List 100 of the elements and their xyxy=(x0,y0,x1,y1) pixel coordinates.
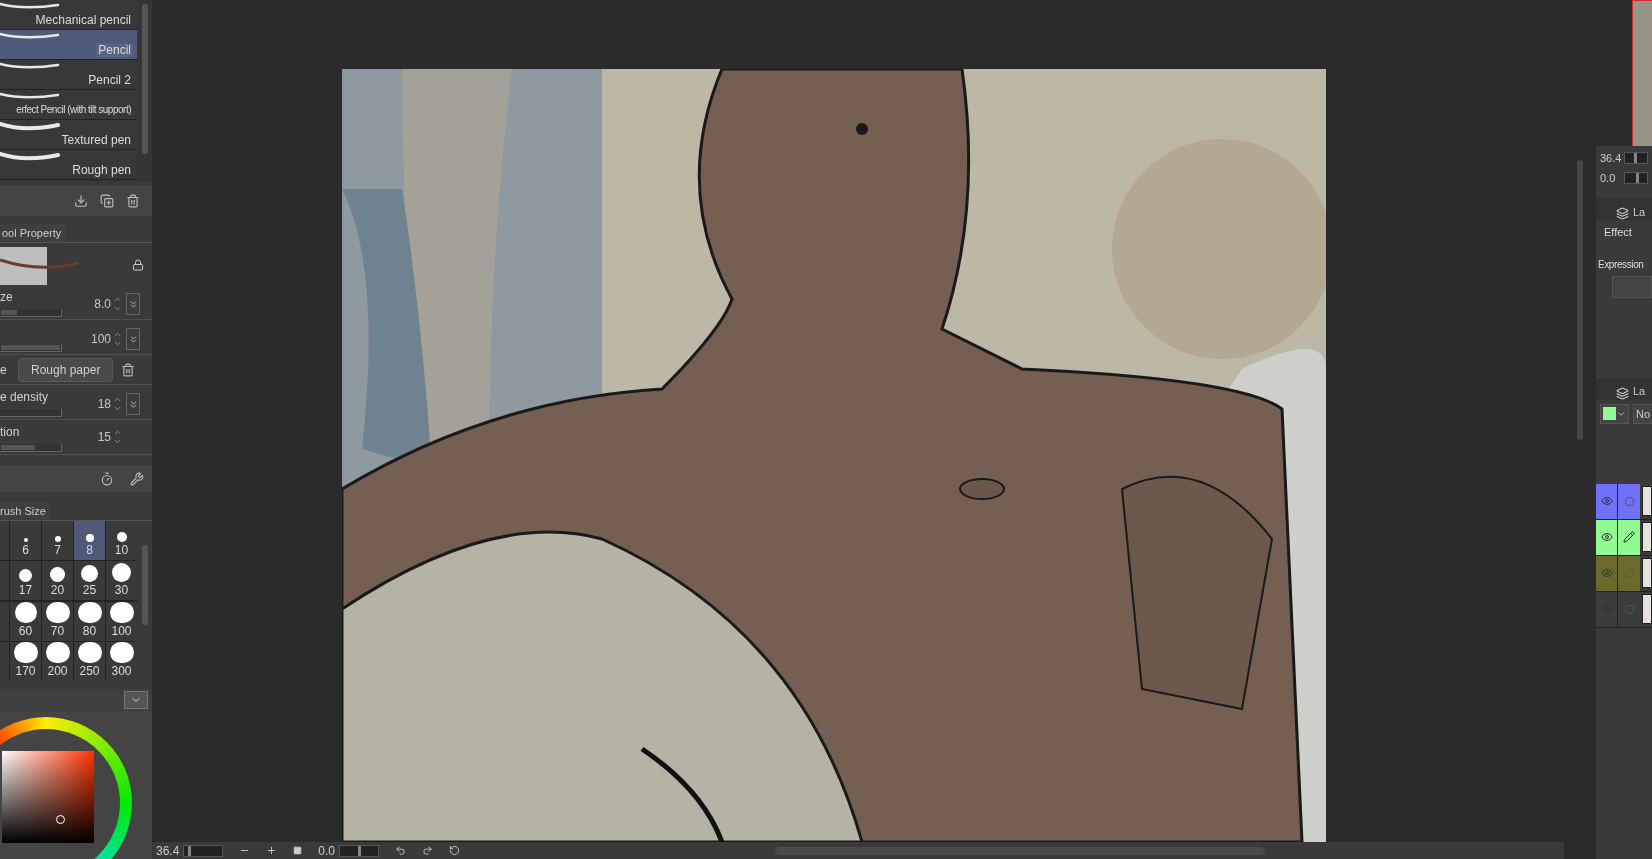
brush-item[interactable]: Pencil xyxy=(0,30,137,60)
visibility-toggle[interactable] xyxy=(1596,555,1618,591)
rotation-slider[interactable] xyxy=(1624,172,1648,184)
zoom-text[interactable]: 36.4 xyxy=(1600,149,1622,167)
panel-tab[interactable]: La xyxy=(1633,203,1646,220)
rotation-slider[interactable] xyxy=(339,844,380,857)
slider-thumb[interactable] xyxy=(1635,173,1639,183)
panel-tab[interactable]: La xyxy=(1633,383,1646,400)
color-mode-button[interactable] xyxy=(1612,275,1652,298)
download-icon[interactable] xyxy=(74,194,88,208)
layer-lock-cell[interactable] xyxy=(1618,555,1640,591)
brush-item[interactable]: Textured pen xyxy=(0,120,137,150)
size-preset[interactable]: 30 xyxy=(106,561,137,601)
zoom-in-icon[interactable] xyxy=(266,845,278,856)
rotate-left-icon[interactable] xyxy=(395,845,407,856)
size-preset[interactable]: 17 xyxy=(10,561,41,601)
slider-track[interactable] xyxy=(0,309,62,317)
size-preset[interactable]: 250 xyxy=(74,641,105,681)
scrollbar[interactable] xyxy=(141,545,148,625)
blend-mode-dropdown[interactable]: No xyxy=(1633,403,1652,424)
swatch xyxy=(1603,407,1616,420)
duplicate-icon[interactable] xyxy=(100,194,114,208)
property-label: e xyxy=(0,361,8,379)
layer-row[interactable] xyxy=(1596,591,1652,628)
scrollbar[interactable] xyxy=(141,4,148,154)
property-label: tion xyxy=(0,424,21,440)
rotation-text[interactable]: 0.0 xyxy=(318,843,336,858)
brush-label: Textured pen xyxy=(60,133,132,147)
size-preset[interactable]: 25 xyxy=(74,561,105,601)
size-preset[interactable]: 7 xyxy=(42,521,73,560)
layers-icon[interactable] xyxy=(1616,386,1629,400)
section-label: Expression xyxy=(1597,257,1645,272)
layer-lock-cell[interactable] xyxy=(1618,519,1640,555)
visibility-toggle[interactable] xyxy=(1596,483,1618,519)
eye-icon xyxy=(1600,531,1613,543)
eye-icon xyxy=(1600,495,1613,507)
size-preset[interactable]: 20 xyxy=(42,561,73,601)
size-preset[interactable]: 6 xyxy=(10,521,41,560)
brush-label: erfect Pencil (with tilt support) xyxy=(15,103,132,117)
size-text: 30 xyxy=(114,582,129,599)
trash-icon[interactable] xyxy=(126,194,140,208)
zoom-text[interactable]: 36.4 xyxy=(156,843,180,858)
brush-item[interactable]: Pencil 2 xyxy=(0,60,137,90)
size-preset[interactable]: 100 xyxy=(106,601,137,641)
layer-row[interactable] xyxy=(1596,483,1652,520)
trash-icon[interactable] xyxy=(121,362,136,377)
wrench-icon[interactable] xyxy=(130,472,144,486)
slider-track[interactable] xyxy=(0,444,62,452)
brush-item[interactable]: Rough pen xyxy=(0,150,137,180)
timer-icon[interactable] xyxy=(100,472,114,486)
slider-thumb[interactable] xyxy=(358,845,362,856)
stepper-icon[interactable] xyxy=(113,428,122,446)
section-label: Effect xyxy=(1603,225,1633,240)
stepper-icon[interactable] xyxy=(113,295,122,313)
layer-row[interactable] xyxy=(1596,555,1652,592)
reset-rotation-icon[interactable] xyxy=(449,845,461,856)
value-text: 18 xyxy=(97,396,111,413)
size-text: 17 xyxy=(18,582,33,599)
rotation-text[interactable]: 0.0 xyxy=(1600,169,1622,187)
size-preset[interactable]: 10 xyxy=(106,521,137,560)
size-preset[interactable]: 200 xyxy=(42,641,73,681)
size-preset[interactable]: 300 xyxy=(106,641,137,681)
slider-thumb[interactable] xyxy=(187,845,191,856)
zoom-slider[interactable] xyxy=(183,844,224,857)
stepper-icon[interactable] xyxy=(113,395,122,413)
texture-button[interactable]: Rough paper xyxy=(18,357,114,382)
layer-row[interactable] xyxy=(1596,519,1652,556)
rotate-right-icon[interactable] xyxy=(422,845,434,856)
layer-color-dropdown[interactable] xyxy=(1600,403,1629,424)
slider-thumb[interactable] xyxy=(1634,153,1638,163)
value-text: 15 xyxy=(97,429,111,446)
size-text: 70 xyxy=(50,622,65,639)
brush-label: Pencil 2 xyxy=(87,73,132,87)
layer-thumbnail xyxy=(1642,486,1652,516)
pencil-icon xyxy=(1623,531,1635,543)
stepper-icon[interactable] xyxy=(113,330,122,348)
layer-lock-cell[interactable] xyxy=(1618,483,1640,519)
brush-item[interactable]: erfect Pencil (with tilt support) xyxy=(0,90,137,120)
size-text: 25 xyxy=(82,582,97,599)
size-text: 10 xyxy=(114,542,129,558)
size-preset[interactable]: 70 xyxy=(42,601,73,641)
brush-item[interactable]: Mechanical pencil xyxy=(0,0,137,30)
panel-tab[interactable]: rush Size xyxy=(0,502,50,520)
lock-icon[interactable] xyxy=(132,259,144,271)
fit-icon[interactable] xyxy=(293,846,303,855)
property-label: e density xyxy=(0,389,50,405)
visibility-toggle[interactable] xyxy=(1596,519,1618,555)
zoom-slider[interactable] xyxy=(1624,152,1648,164)
brush-label: Rough pen xyxy=(71,163,132,177)
scrollbar[interactable] xyxy=(1577,160,1583,440)
panel-tab[interactable]: ool Property xyxy=(0,224,66,242)
size-text: 200 xyxy=(47,662,68,679)
size-preset[interactable]: 80 xyxy=(74,601,105,641)
size-preset[interactable]: 8 xyxy=(74,521,105,560)
layer-property-icon[interactable] xyxy=(1616,207,1629,220)
size-preset[interactable]: 60 xyxy=(10,601,41,641)
value-text: 100 xyxy=(90,331,111,348)
slider-track[interactable] xyxy=(0,409,62,417)
size-preset[interactable]: 170 xyxy=(10,641,41,681)
color-square[interactable] xyxy=(2,751,94,843)
